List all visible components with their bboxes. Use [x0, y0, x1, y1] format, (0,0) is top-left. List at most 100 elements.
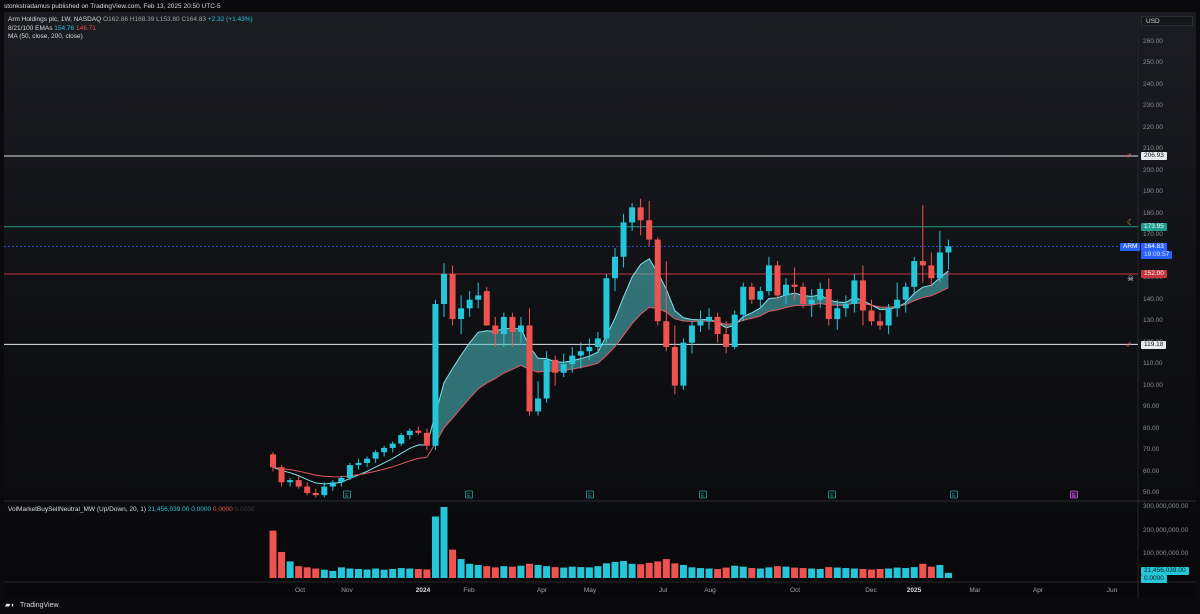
volume-bar: [474, 564, 482, 578]
candle-body: [911, 261, 918, 287]
candle-body: [398, 435, 405, 444]
candle-body: [569, 355, 576, 365]
moon-icon: ☾: [1127, 218, 1135, 227]
volume-bar: [560, 567, 568, 578]
symbol-description[interactable]: Arm Holdings plc, 1W, NASDAQ: [8, 16, 101, 23]
price-tick-label: 140.00: [1143, 295, 1163, 303]
volume-bar: [679, 564, 687, 578]
candle-body: [706, 316, 713, 322]
volume-bar: [577, 567, 585, 578]
time-tick-label: 2025: [906, 587, 922, 594]
time-tick-label: Nov: [341, 587, 353, 594]
time-tick-label: May: [583, 587, 597, 594]
ohlc-change: +2.32 (+1.43%): [207, 16, 253, 23]
tradingview-logo-icon[interactable]: ▰◗: [5, 601, 15, 609]
volume-zero-badge: 0.0000: [1141, 575, 1167, 583]
price-tick-label: 70.00: [1143, 446, 1160, 454]
volume-bar: [722, 567, 730, 578]
chart-legend: Arm Holdings plc, 1W, NASDAQ O162.86 H16…: [8, 16, 253, 42]
time-tick-label: Dec: [865, 587, 877, 594]
volume-legend: VolMarketBuySellNeutral_MW (Up/Down, 20,…: [8, 506, 255, 513]
candle-body: [586, 346, 593, 352]
candle-body: [329, 482, 336, 487]
price-tick-label: 230.00: [1143, 102, 1163, 110]
ma-indicator-label[interactable]: MA (50, close, 200, close): [8, 33, 83, 40]
volume-bar: [568, 566, 576, 578]
volume-bar: [782, 566, 790, 578]
volume-bar: [697, 568, 704, 578]
volume-indicator-label[interactable]: VolMarketBuySellNeutral_MW (Up/Down, 20,…: [8, 506, 146, 513]
time-tick-label: Aug: [704, 587, 716, 594]
candle-body: [663, 321, 670, 347]
alert-bell-icon-top[interactable]: ✐: [1126, 152, 1132, 160]
volume-bar: [944, 572, 952, 578]
volume-bar: [637, 564, 645, 578]
time-tick-label: Apr: [536, 587, 548, 594]
candle-body: [295, 480, 302, 487]
level-badge-152: 152.00: [1141, 270, 1167, 278]
candle-body: [594, 338, 601, 347]
candle-body: [817, 288, 824, 300]
candle-body: [637, 207, 644, 221]
volume-bar: [885, 568, 893, 578]
volume-bar: [859, 569, 867, 578]
volume-value-4: 0.0000: [234, 506, 255, 513]
candle-body: [560, 364, 567, 373]
candle-body: [757, 291, 764, 300]
volume-bar: [423, 569, 431, 578]
volume-bar: [893, 567, 901, 578]
price-tick-label: 80.00: [1143, 424, 1160, 432]
countdown-badge: 19:09:57: [1141, 251, 1173, 259]
candle-body: [808, 299, 815, 305]
skull-icon: ☠: [1127, 274, 1135, 283]
candle-body: [629, 207, 636, 223]
currency-selector[interactable]: USD: [1141, 16, 1193, 26]
volume-bar: [594, 566, 602, 578]
level-badge-206: 206.93: [1141, 152, 1167, 160]
volume-bar: [654, 561, 662, 578]
earnings-label: E: [952, 493, 956, 499]
time-tick-label: Feb: [463, 587, 475, 594]
volume-bar: [714, 569, 722, 578]
ema-fast-line: [272, 258, 949, 485]
level-badge-119: 119.18: [1141, 341, 1167, 349]
price-tick-label: 110.00: [1143, 360, 1163, 368]
candle-body: [441, 273, 447, 305]
price-tick-label: 60.00: [1143, 467, 1160, 475]
candle-body: [535, 398, 542, 412]
volume-bar: [508, 566, 516, 578]
volume-bar: [440, 507, 448, 578]
chart-canvas[interactable]: EEEEEEE: [0, 0, 1200, 614]
candle-body: [509, 316, 516, 332]
volume-bar: [731, 565, 739, 578]
volume-bar: [329, 570, 337, 578]
volume-bar: [833, 567, 841, 578]
volume-bar: [286, 561, 294, 578]
ema-indicator-label[interactable]: 8/21/100 EMAs: [8, 25, 52, 32]
earnings-label: E: [467, 493, 471, 499]
candle-body: [517, 325, 524, 332]
volume-bar: [278, 551, 286, 578]
candle-body: [714, 316, 721, 335]
time-tick-label: Oct: [789, 587, 801, 594]
alert-bell-icon-bottom[interactable]: ✐: [1126, 341, 1132, 349]
price-tick-label: 220.00: [1143, 123, 1163, 131]
candle-body: [338, 477, 345, 483]
candle-body: [355, 462, 362, 466]
candle-body: [492, 325, 499, 335]
candle-body: [919, 261, 926, 266]
candle-body: [834, 308, 841, 320]
candle-body: [552, 359, 559, 373]
candle-body: [406, 430, 413, 436]
brand-name[interactable]: TradingView: [20, 602, 59, 609]
volume-bar: [602, 563, 610, 578]
candle-body: [731, 314, 738, 347]
candle-body: [697, 321, 704, 326]
price-tick-label: 180.00: [1143, 209, 1163, 217]
price-tick-label: 250.00: [1143, 59, 1163, 67]
candle-body: [475, 295, 482, 300]
volume-value-3: 0.0000: [212, 506, 233, 513]
volume-value-1: 21,456,039.00: [147, 506, 190, 513]
volume-bar: [620, 560, 628, 578]
volume-bar: [303, 567, 311, 578]
